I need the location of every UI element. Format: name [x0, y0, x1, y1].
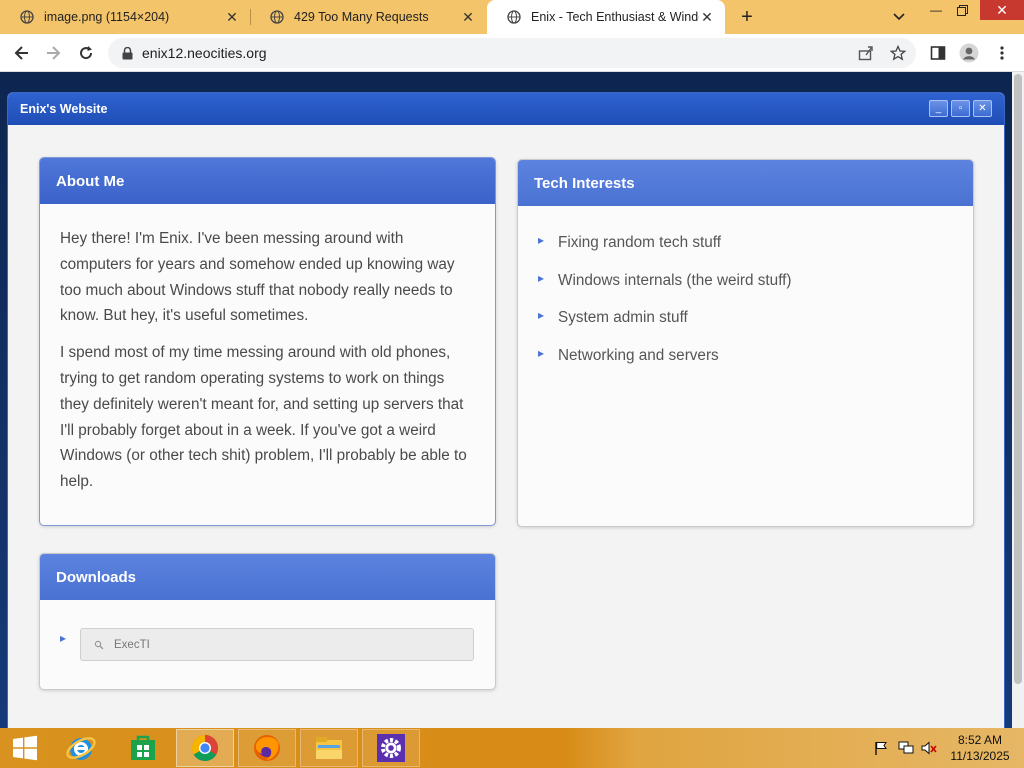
window-close-button[interactable]: ✕: [973, 100, 992, 117]
web-page: Enix's Website _ ▫ ✕ About Me Hey there!…: [0, 72, 1012, 728]
tab-title: image.png (1154×204): [44, 10, 170, 24]
bullet-arrow-icon: [60, 631, 70, 645]
browser-tab-image[interactable]: image.png (1154×204) ✕: [0, 0, 250, 34]
about-me-body: Hey there! I'm Enix. I've been messing a…: [40, 204, 495, 495]
scrollbar-thumb[interactable]: [1014, 74, 1022, 684]
list-item: Fixing random tech stuff: [538, 233, 973, 272]
file-explorer-icon[interactable]: [300, 729, 358, 767]
clock-date: 11/13/2025: [950, 749, 1010, 763]
downloads-body: ExecTI: [40, 600, 495, 689]
settings-icon[interactable]: [362, 729, 420, 767]
list-item: Windows internals (the weird stuff): [538, 271, 973, 310]
url-text: enix12.neocities.org: [142, 45, 267, 61]
chrome-icon[interactable]: [176, 729, 234, 767]
system-clock[interactable]: 8:52 AM 11/13/2025: [944, 732, 1016, 764]
window-minimize-button[interactable]: _: [929, 100, 948, 117]
browser-tab-strip: image.png (1154×204) ✕ 429 Too Many Requ…: [0, 0, 1024, 34]
profile-avatar-icon[interactable]: [958, 42, 980, 64]
about-me-heading: About Me: [40, 158, 495, 204]
tech-interests-heading: Tech Interests: [518, 160, 973, 206]
globe-icon: [20, 10, 34, 24]
about-paragraph: Hey there! I'm Enix. I've been messing a…: [60, 230, 455, 325]
store-icon[interactable]: [114, 729, 172, 767]
restore-icon[interactable]: [948, 0, 976, 20]
about-me-panel: About Me Hey there! I'm Enix. I've been …: [39, 157, 496, 526]
window-title: Enix's Website: [20, 102, 108, 116]
action-center-flag-icon[interactable]: [872, 740, 890, 756]
clock-time: 8:52 AM: [957, 733, 1003, 747]
chevron-down-icon[interactable]: [890, 8, 908, 26]
internet-explorer-icon[interactable]: [52, 729, 110, 767]
globe-icon: [507, 10, 521, 24]
about-paragraph: I spend most of my time messing around w…: [60, 344, 467, 491]
firefox-icon[interactable]: [238, 729, 296, 767]
network-icon[interactable]: [897, 740, 915, 756]
start-icon[interactable]: [0, 729, 50, 767]
share-icon[interactable]: [855, 42, 877, 64]
downloads-panel: Downloads ExecTI: [39, 553, 496, 690]
site-window: Enix's Website _ ▫ ✕ About Me Hey there!…: [7, 92, 1005, 728]
tech-interests-list: Fixing random tech stuff Windows interna…: [518, 206, 973, 385]
downloads-heading: Downloads: [40, 554, 495, 600]
tab-title: Enix - Tech Enthusiast & Windows: [531, 10, 699, 24]
close-window-icon[interactable]: ✕: [980, 0, 1024, 20]
download-link-execti[interactable]: ExecTI: [80, 628, 474, 661]
more-menu-icon[interactable]: [991, 42, 1013, 64]
list-item: Networking and servers: [538, 346, 973, 385]
window-maximize-button[interactable]: ▫: [951, 100, 970, 117]
reload-icon[interactable]: [75, 42, 97, 64]
volume-muted-icon[interactable]: [920, 740, 938, 756]
download-icon: [93, 639, 105, 651]
close-tab-icon[interactable]: ✕: [699, 9, 715, 25]
page-scrollbar[interactable]: [1012, 72, 1024, 728]
tech-interests-panel: Tech Interests Fixing random tech stuff …: [517, 159, 974, 527]
download-item-name: ExecTI: [114, 638, 150, 651]
address-bar[interactable]: enix12.neocities.org: [108, 38, 916, 68]
taskbar: 8:52 AM 11/13/2025: [0, 728, 1024, 768]
list-item: System admin stuff: [538, 308, 973, 347]
side-panel-icon[interactable]: [927, 42, 949, 64]
browser-tab-enix[interactable]: Enix - Tech Enthusiast & Windows ✕: [487, 0, 725, 34]
back-arrow-icon[interactable]: [11, 42, 33, 64]
new-tab-icon[interactable]: +: [736, 6, 758, 28]
bookmark-star-icon[interactable]: [887, 42, 909, 64]
close-tab-icon[interactable]: ✕: [460, 9, 476, 25]
forward-arrow-icon[interactable]: [42, 42, 64, 64]
browser-tab-429[interactable]: 429 Too Many Requests ✕: [250, 0, 486, 34]
lock-icon[interactable]: [120, 46, 134, 60]
tab-title: 429 Too Many Requests: [294, 10, 429, 24]
close-tab-icon[interactable]: ✕: [224, 9, 240, 25]
globe-icon: [270, 10, 284, 24]
browser-toolbar: enix12.neocities.org: [0, 34, 1024, 72]
window-titlebar[interactable]: Enix's Website _ ▫ ✕: [8, 93, 1004, 125]
minimize-icon[interactable]: —: [922, 0, 950, 20]
